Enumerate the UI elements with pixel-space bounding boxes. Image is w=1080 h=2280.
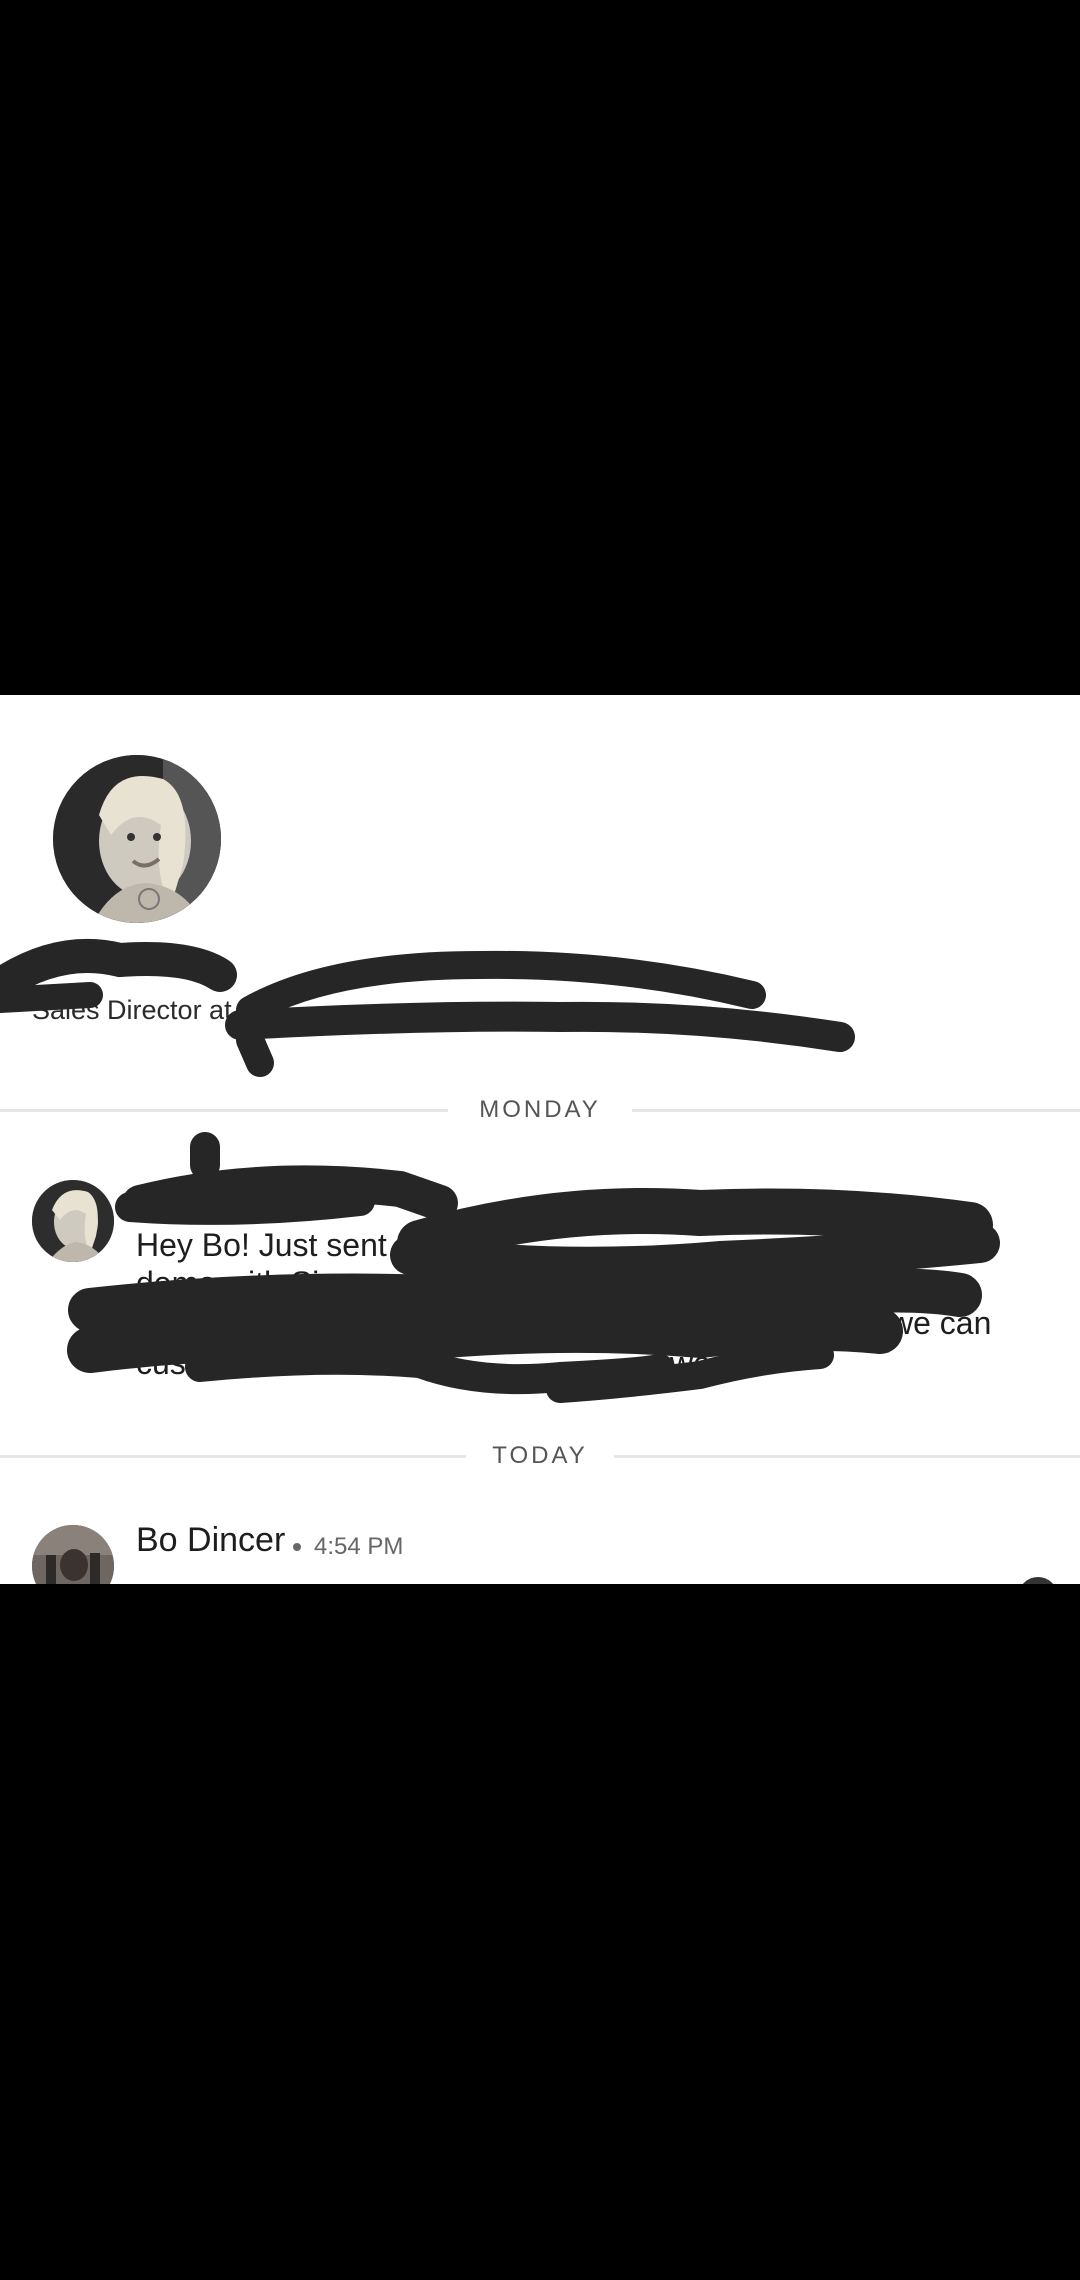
message-text-line: week. [670, 1345, 754, 1381]
separator-dot [293, 1543, 301, 1551]
profile-headline: Sales Director at [32, 995, 232, 1025]
message-text-line: cus [136, 1345, 186, 1381]
profile-avatar[interactable] [53, 755, 221, 923]
top-letterbox [0, 0, 1080, 695]
day-label-today: TODAY [466, 1436, 614, 1476]
message-text-line: we can [890, 1305, 992, 1341]
contact-avatar[interactable] [32, 1180, 114, 1262]
day-label-monday: MONDAY [448, 1090, 632, 1130]
bottom-letterbox [0, 1584, 1080, 2280]
user-avatar[interactable] [32, 1525, 114, 1584]
conversation-view: Sales Director at MONDAY Hey Bo! Just se… [0, 695, 1080, 1584]
message-timestamp: 4:54 PM [314, 1533, 404, 1560]
partial-icon [1018, 1577, 1058, 1584]
message-text-line: Hey Bo! Just sent [136, 1227, 387, 1263]
sender-name[interactable]: Bo Dincer [136, 1521, 285, 1560]
message-text-line: demo with Si [136, 1265, 320, 1301]
